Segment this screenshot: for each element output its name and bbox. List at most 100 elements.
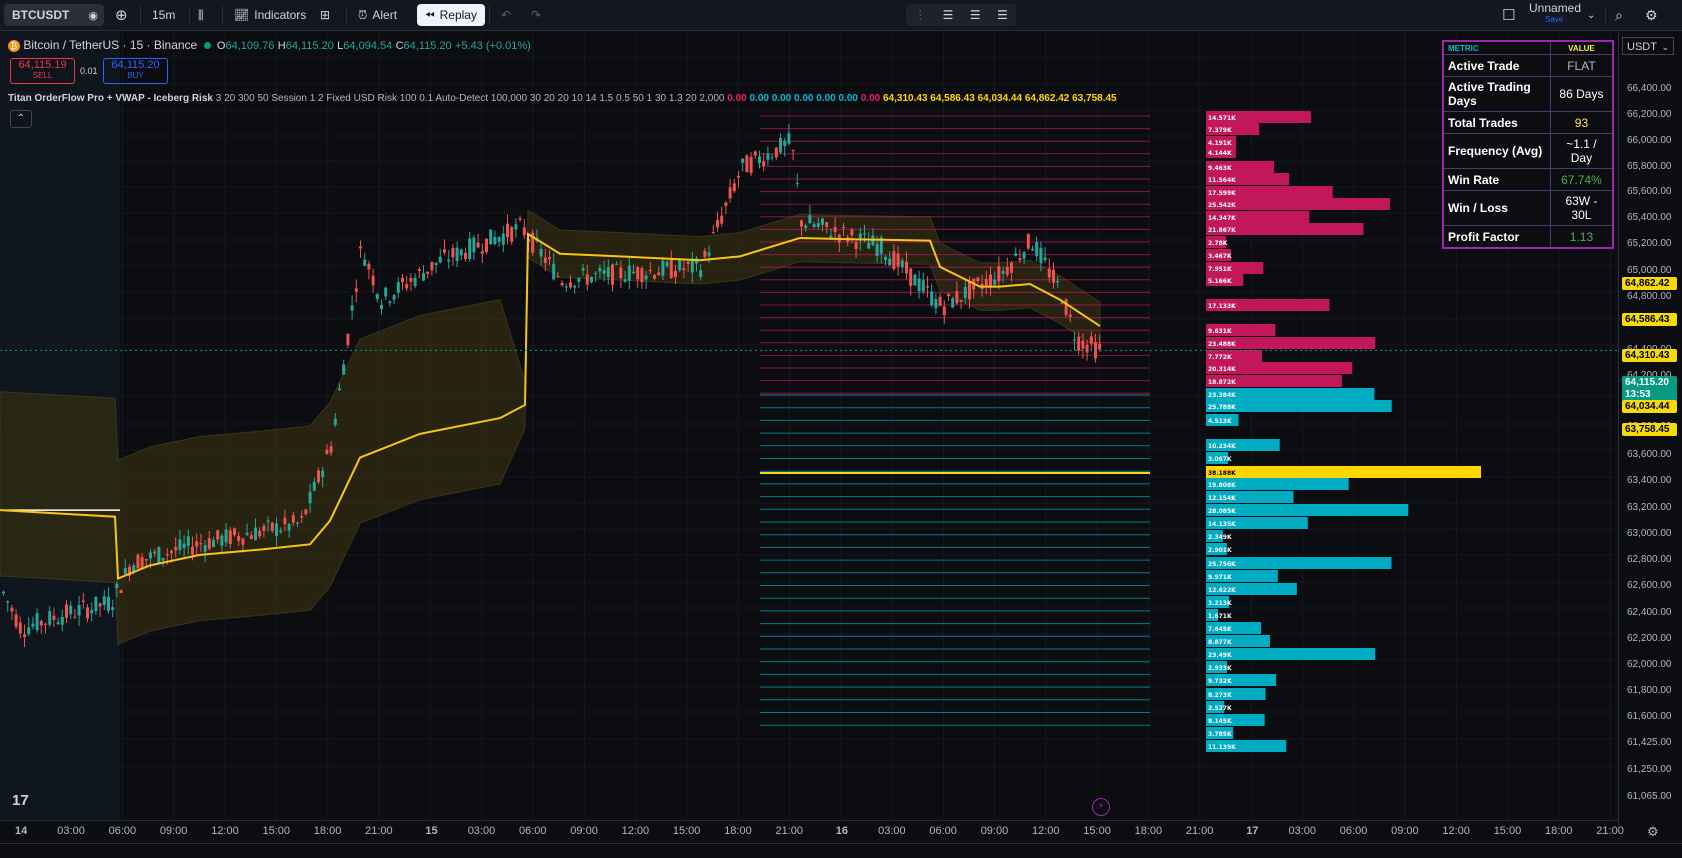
indicator-params: 3 20 300 50 Session 1 2 Fixed USD Risk 1… — [215, 93, 725, 104]
candle-body — [623, 279, 627, 282]
candle-body — [132, 565, 136, 572]
align-center-icon[interactable]: ☰ — [970, 8, 981, 22]
candle-body — [170, 550, 173, 554]
undo-button[interactable]: ↶ — [501, 4, 511, 26]
candle-body — [779, 138, 782, 153]
candle-body — [640, 268, 644, 283]
replay-button[interactable]: ⏪︎ Replay — [417, 4, 485, 26]
indicators-label: Indicators — [254, 8, 307, 22]
time-axis-label: 18:00 — [1134, 825, 1163, 837]
candle-body — [94, 596, 98, 612]
candle-body — [632, 271, 635, 274]
stats-metric: Frequency (Avg) — [1442, 133, 1551, 169]
candle-body — [279, 530, 283, 533]
add-symbol-button[interactable]: ⊕ — [115, 4, 128, 26]
candle-body — [506, 223, 509, 238]
candle-body — [270, 522, 274, 531]
candle-body — [291, 515, 295, 523]
candle-body — [413, 277, 417, 286]
price-tag: 64,034.44 — [1622, 400, 1677, 413]
stats-header-metric: METRIC — [1442, 40, 1551, 55]
candle-body — [581, 268, 585, 271]
candle-body — [14, 614, 18, 627]
candle-body — [863, 233, 866, 235]
candle-body — [342, 364, 346, 375]
candle-body — [380, 304, 383, 310]
candle-body — [86, 607, 89, 619]
ohlc-close-label: C — [395, 40, 404, 52]
candle-body — [741, 158, 745, 163]
lower-volume-label: 23.384K — [1208, 392, 1236, 399]
candle-body — [585, 274, 589, 285]
indicators-button[interactable]: 📈︎ Indicators — [234, 4, 306, 26]
stats-value: 67.74% — [1549, 168, 1614, 191]
time-axis-label: 06:00 — [929, 825, 957, 837]
indicator-value-yellow: 64,586.43 — [930, 93, 975, 104]
ohlc-low: 64,094.54 — [343, 40, 393, 52]
lightning-icon[interactable]: ⚡︎ — [1092, 798, 1110, 816]
buy-button[interactable]: 64,115.20 BUY — [103, 58, 168, 84]
upper-volume-label: 3.467K — [1208, 253, 1232, 260]
price-chart[interactable]: 14.571K 7.379K 4.191K 4.144K 9.463K 11.564K 17… — [0, 31, 1618, 827]
layout-dropdown[interactable]: ⌄ — [1587, 4, 1595, 26]
time-axis-label: 09:00 — [1391, 825, 1419, 837]
candle-body — [930, 291, 934, 306]
alert-button[interactable]: ⏰︎ Alert — [358, 4, 397, 26]
price-axis-label: 63,000.00 — [1627, 528, 1672, 539]
candle-body — [472, 237, 476, 253]
time-axis-label: 03:00 — [467, 825, 496, 837]
align-right-icon[interactable]: ☰ — [997, 8, 1008, 22]
chart-canvas[interactable]: 14.571K 7.379K 4.191K 4.144K 9.463K 11.564K 17… — [0, 31, 1618, 827]
candle-body — [275, 523, 278, 536]
candle-body — [350, 305, 354, 311]
indicator-name[interactable]: Titan OrderFlow Pro + VWAP - Iceberg Ris… — [8, 93, 213, 104]
candle-body — [762, 161, 766, 167]
price-axis-label: 65,400.00 — [1627, 212, 1672, 223]
candle-body — [73, 616, 77, 618]
lower-volume-label: 8.877K — [1208, 639, 1232, 646]
candle-body — [371, 275, 375, 286]
currency-selector[interactable]: USDT ⌄ — [1622, 37, 1674, 55]
layout-checkbox[interactable]: ☐ — [1502, 4, 1515, 26]
price-axis-label: 61,800.00 — [1627, 685, 1672, 696]
templates-button[interactable]: ⊞ — [320, 4, 330, 26]
time-axis[interactable]: 14 03:00 06:00 09:00 12:00 15:00 18:00 21:00 15 0… — [0, 820, 1624, 843]
candle-body — [926, 286, 929, 288]
time-axis-label: 14 — [15, 825, 28, 837]
lower-volume-label: 9.732K — [1208, 678, 1232, 685]
indicator-value-yellow: 63,758.45 — [1072, 93, 1117, 104]
sell-button[interactable]: 64,115.19 SELL — [10, 58, 75, 84]
candle-body — [77, 605, 81, 616]
symbol-label: BTCUSDT — [12, 8, 70, 22]
redo-button[interactable]: ↷ — [531, 4, 541, 26]
layout-name: Unnamed — [1529, 1, 1582, 15]
candle-body — [237, 536, 241, 541]
collapse-legend-button[interactable]: ⌃ — [10, 110, 32, 128]
price-axis-label: 66,200.00 — [1627, 109, 1672, 120]
symbol-search[interactable]: BTCUSDT ◉ — [4, 4, 104, 26]
candle-body — [833, 226, 837, 233]
eye-icon[interactable]: ◉ — [88, 9, 98, 22]
upper-volume-label: 14.347K — [1208, 215, 1236, 222]
indicator-value-cyan: 0.00 — [771, 93, 792, 104]
square-icon: ☐ — [1502, 7, 1516, 24]
candle-body — [241, 538, 245, 545]
axis-settings-button[interactable]: ⚙ — [1647, 824, 1659, 840]
quick-search-button[interactable]: ⌕ — [1615, 4, 1623, 26]
layout-name-button[interactable]: Unnamed Save — [1529, 2, 1581, 28]
settings-button[interactable]: ⚙ — [1645, 4, 1658, 26]
stats-row: Active Trade FLAT — [1442, 54, 1614, 77]
candle-body — [615, 263, 619, 265]
candle-body — [1068, 314, 1072, 317]
align-left-icon[interactable]: ☰ — [943, 8, 954, 22]
chart-type-button[interactable]: ⫼ — [198, 4, 204, 26]
interval-button[interactable]: 15m — [152, 4, 175, 26]
time-axis-label: 18:00 — [724, 825, 752, 837]
candle-body — [938, 296, 942, 306]
drag-handle-icon[interactable]: ⋮ — [914, 8, 926, 22]
candle-body — [917, 278, 921, 292]
lower-volume-label: 28.085K — [1208, 508, 1236, 515]
candle-body — [514, 224, 518, 230]
candle-body — [212, 540, 215, 547]
symbol-title[interactable]: Bitcoin / TetherUS · 15 · Binance — [23, 38, 197, 52]
